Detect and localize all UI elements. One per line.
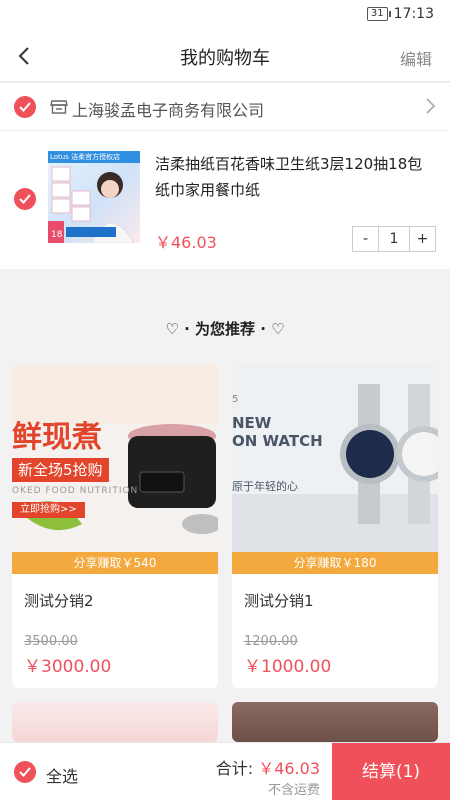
increase-button[interactable]: + [410, 231, 435, 247]
page-title: 我的购物车 [180, 48, 270, 69]
product-price: ￥46.03 [155, 233, 217, 252]
item-checkbox[interactable] [14, 188, 36, 210]
nav-bar: 我的购物车 编辑 [0, 30, 450, 82]
edit-button[interactable]: 编辑 [400, 46, 432, 70]
total-text: 合计: [215, 759, 254, 778]
product-card-price: ￥1000.00 [244, 657, 332, 677]
product-photo: 18 [48, 166, 135, 243]
shop-row[interactable]: 上海骏孟电子商务有限公司 [0, 83, 450, 131]
product-card-old-price: 3500.00 [24, 634, 78, 649]
product-card-1[interactable]: 鲜现煮 新全场5抢购 OKED FOOD NUTRITION 立即抢购>> 分享… [12, 364, 218, 688]
product-card-image[interactable]: 5 NEW ON WATCH 原于年轻的心 [232, 364, 438, 552]
status-bar: 31 17:13 [0, 0, 450, 30]
banner-text-1: NEW [232, 414, 272, 432]
product-image[interactable]: Lotus 洁柔官方授权店 18 [48, 151, 140, 243]
shop-name[interactable]: 上海骏孟电子商务有限公司 [72, 97, 264, 121]
product-card-name[interactable]: 测试分销2 [24, 590, 94, 611]
watch-photo [232, 384, 438, 552]
shop-checkbox[interactable] [14, 96, 36, 118]
product-card-price: ￥3000.00 [24, 657, 112, 677]
select-all-label[interactable]: 全选 [46, 763, 78, 787]
banner-text-3: OKED FOOD NUTRITION [12, 486, 139, 496]
product-card-4[interactable] [232, 702, 438, 742]
select-all-checkbox[interactable] [14, 761, 36, 783]
banner-text-1: 鲜现煮 [12, 420, 102, 455]
shipping-note: 不含运费 [267, 783, 320, 798]
check-icon [19, 102, 31, 112]
total-label: 合计: ￥46.03 [216, 755, 320, 779]
cart-section: 上海骏孟电子商务有限公司 Lotus 洁柔官方授权店 18 洁柔抽纸百花香味卫生… [0, 83, 450, 269]
quantity-stepper: - 1 + [352, 226, 436, 252]
banner-text-4: 立即抢购>> [12, 502, 85, 518]
product-card-old-price: 1200.00 [244, 634, 298, 649]
quantity-value[interactable]: 1 [378, 227, 410, 251]
share-earn-badge: 分享赚取￥180 [232, 552, 438, 574]
banner-text-2: 新全场5抢购 [12, 458, 109, 482]
total-amount: ￥46.03 [258, 759, 320, 778]
decrease-button[interactable]: - [353, 231, 378, 247]
check-icon [19, 194, 31, 204]
product-title[interactable]: 洁柔抽纸百花香味卫生纸3层120抽18包纸巾家用餐巾纸 [155, 151, 435, 203]
product-card-2[interactable]: 5 NEW ON WATCH 原于年轻的心 分享赚取￥180 测试分销1 120… [232, 364, 438, 688]
banner-text-2: ON WATCH [232, 432, 323, 450]
share-earn-badge: 分享赚取￥540 [12, 552, 218, 574]
product-card-image[interactable]: 鲜现煮 新全场5抢购 OKED FOOD NUTRITION 立即抢购>> [12, 364, 218, 552]
checkout-button[interactable]: 结算(1) [332, 743, 450, 800]
status-indicators: 31 17:13 [366, 6, 434, 22]
battery-icon: 31 [366, 7, 391, 21]
product-card-name[interactable]: 测试分销1 [244, 590, 314, 611]
store-icon [50, 100, 68, 114]
chevron-right-icon[interactable] [424, 97, 436, 115]
recommend-title: ♡ · 为您推荐 · ♡ [165, 320, 285, 338]
status-time: 17:13 [393, 6, 434, 22]
product-card-3[interactable] [12, 702, 218, 742]
check-icon [19, 767, 31, 777]
svg-text:18: 18 [51, 230, 63, 240]
watch-badge: 5 [232, 394, 239, 405]
checkout-bar: 全选 合计: ￥46.03 不含运费 结算(1) [0, 742, 450, 800]
banner-text-3: 原于年轻的心 [232, 480, 298, 493]
